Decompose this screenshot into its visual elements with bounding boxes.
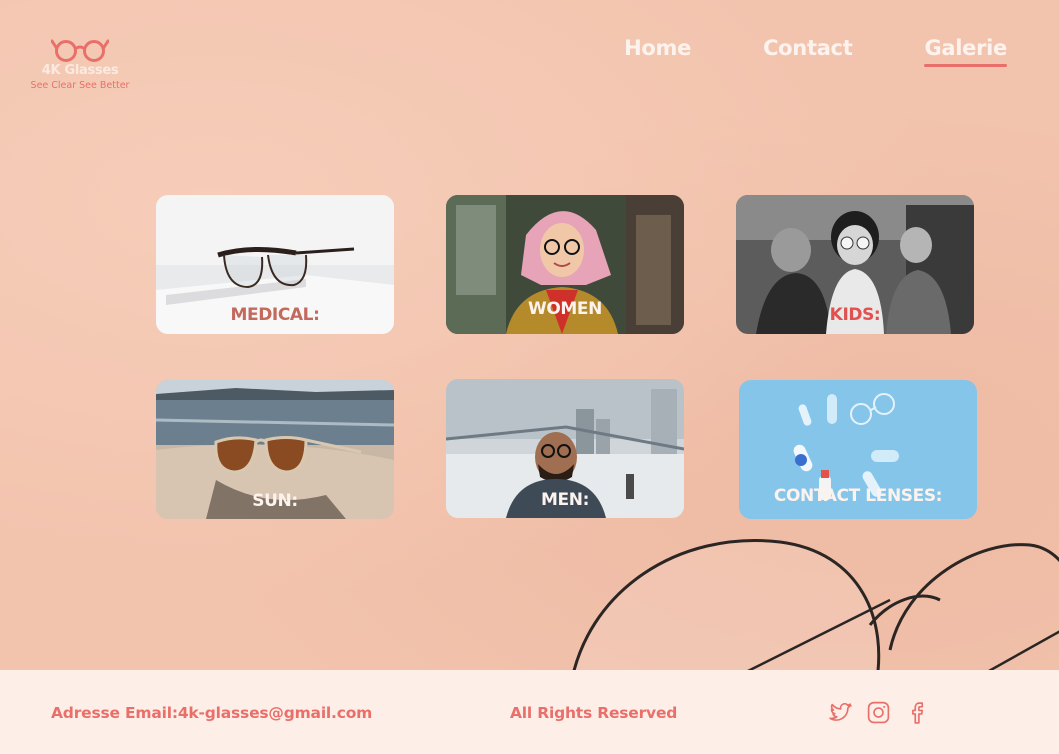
- brand-name: 4K Glasses: [41, 63, 119, 78]
- brand-logo[interactable]: 4K Glasses See Clear See Better: [24, 36, 136, 91]
- card-label-contact-lenses: CONTACT LENSES:: [773, 486, 943, 506]
- card-label-kids: KIDS:: [829, 305, 881, 325]
- gallery-card-kids[interactable]: KIDS:: [736, 195, 974, 334]
- card-label-men: MEN:: [541, 490, 589, 510]
- nav-galerie[interactable]: Galerie: [924, 36, 1007, 67]
- hero-section: [0, 0, 1059, 670]
- social-links: [828, 700, 929, 725]
- nav-contact[interactable]: Contact: [763, 36, 853, 60]
- main-nav: Home Contact Galerie: [552, 36, 1007, 67]
- card-label-medical: MEDICAL:: [230, 305, 320, 325]
- brand-tagline: See Clear See Better: [30, 80, 130, 91]
- gallery-card-medical[interactable]: MEDICAL:: [156, 195, 394, 334]
- nav-home[interactable]: Home: [624, 36, 691, 60]
- footer: Adresse Email:4k-glasses@gmail.com All R…: [0, 670, 1059, 754]
- footer-rights: All Rights Reserved: [510, 704, 678, 722]
- gallery-card-women[interactable]: WOMEN: [446, 195, 684, 334]
- card-label-women: WOMEN: [528, 299, 602, 319]
- gallery-card-sun[interactable]: SUN:: [156, 380, 394, 519]
- footer-email[interactable]: Adresse Email:4k-glasses@gmail.com: [51, 704, 372, 722]
- instagram-icon[interactable]: [866, 700, 891, 725]
- glasses-logo-icon: [51, 39, 109, 62]
- facebook-icon[interactable]: [904, 700, 929, 725]
- card-label-sun: SUN:: [252, 491, 298, 511]
- gallery-card-men[interactable]: MEN:: [446, 379, 684, 518]
- twitter-icon[interactable]: [828, 700, 853, 725]
- gallery-card-contact-lenses[interactable]: CONTACT LENSES:: [739, 380, 977, 519]
